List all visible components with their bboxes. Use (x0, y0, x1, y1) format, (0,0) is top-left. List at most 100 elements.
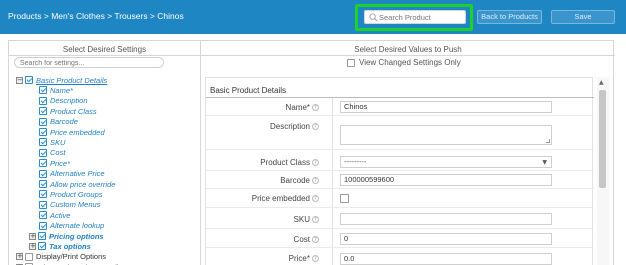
field-row-sku: SKU ? (206, 208, 594, 229)
tree-item-label: Product Class (50, 106, 97, 116)
sku-input[interactable] (340, 213, 552, 225)
tree-item[interactable]: + Pricing options (29, 231, 104, 241)
tree-item[interactable]: Price embedded (39, 127, 105, 137)
barcode-input[interactable]: 100000599600 (340, 174, 552, 186)
tree-item-label: Product Groups (50, 189, 103, 199)
settings-tree: − Basic Product Details Name* Description Pr… (9, 75, 199, 265)
tree-item-checkbox[interactable] (39, 128, 47, 136)
tree-item[interactable]: Product Groups (39, 189, 103, 199)
chevron-down-icon: ▼ (542, 159, 547, 166)
field-row-price: Price* ? 0.0 (206, 248, 594, 265)
name-input[interactable]: Chinos (340, 101, 552, 113)
tree-item-checkbox[interactable] (39, 138, 47, 147)
tree-item-checkbox[interactable] (39, 180, 47, 188)
product-search-input[interactable] (379, 11, 465, 23)
tree-item-checkbox[interactable] (25, 252, 33, 261)
field-label-name: Name* ? (286, 103, 319, 112)
tree-item[interactable]: Description (39, 96, 88, 106)
help-icon[interactable]: ? (312, 123, 319, 130)
tree-item-label: Price* (50, 158, 71, 168)
expand-icon[interactable]: + (16, 253, 23, 261)
help-icon[interactable]: ? (312, 216, 319, 223)
tree-item-label: Pricing options (49, 231, 104, 241)
field-row-cost: Cost ? 0 (206, 229, 594, 248)
tree-item-label: Allow price override (50, 179, 116, 189)
help-icon[interactable]: ? (312, 159, 319, 166)
tree-item-checkbox[interactable] (39, 148, 47, 157)
view-changed-checkbox[interactable] (347, 58, 355, 67)
help-icon[interactable]: ? (312, 195, 319, 202)
tree-item-label: Name* (50, 85, 73, 95)
field-label-barcode: Barcode ? (280, 176, 319, 185)
help-icon[interactable]: ? (312, 104, 319, 111)
save-button[interactable]: Save (551, 10, 615, 24)
tree-item[interactable]: Cost (39, 148, 65, 158)
field-row-barcode: Barcode ? 100000599600 (206, 171, 594, 189)
settings-search[interactable] (14, 57, 164, 68)
tree-item[interactable]: Alternate lookup (39, 221, 104, 231)
tree-item[interactable]: SKU (39, 137, 65, 147)
view-changed-toggle[interactable]: View Changed Settings Only (347, 58, 461, 67)
help-icon[interactable]: ? (312, 177, 319, 184)
tree-item-label: Price embedded (50, 127, 105, 137)
tree-item-checkbox[interactable] (39, 190, 47, 199)
price-input[interactable]: 0.0 (340, 253, 552, 265)
help-icon[interactable]: ? (312, 236, 319, 243)
field-row-price-embedded: Price embedded ? (206, 189, 594, 208)
tree-item-checkbox[interactable] (39, 221, 47, 230)
resize-grip-icon[interactable] (546, 139, 550, 143)
tree-item[interactable]: + Display/Print Options (16, 252, 106, 262)
field-label-price-embedded: Price embedded ? (252, 194, 319, 203)
help-icon[interactable]: ? (312, 255, 319, 262)
tree-item-checkbox[interactable] (39, 96, 47, 105)
tree-item-checkbox[interactable] (39, 200, 47, 209)
tree-item-checkbox[interactable] (38, 232, 46, 240)
tree-item[interactable]: Price* (39, 158, 70, 168)
scrollbar-thumb[interactable] (599, 90, 606, 188)
expand-icon[interactable]: + (29, 232, 36, 240)
tree-item-checkbox[interactable] (25, 76, 33, 84)
column-divider (200, 41, 201, 265)
tree-item-checkbox[interactable] (39, 117, 47, 126)
tree-item[interactable]: Allow price override (39, 179, 115, 189)
tree-item-checkbox[interactable] (39, 159, 47, 168)
tree-item[interactable]: Product Class (39, 106, 97, 116)
tree-item-label: Cost (50, 148, 66, 158)
price-embedded-checkbox[interactable] (340, 194, 349, 203)
product-class-select[interactable]: --------- ▼ (340, 156, 552, 168)
settings-search-input[interactable] (20, 59, 160, 68)
tree-item[interactable]: Alternative Price (39, 169, 105, 179)
tree-item-checkbox[interactable] (39, 107, 47, 116)
tree-item-checkbox[interactable] (39, 211, 47, 220)
product-search[interactable] (364, 10, 466, 24)
field-row-name: Name* ? Chinos (206, 98, 594, 116)
collapse-icon[interactable]: − (16, 76, 23, 84)
field-label-description: Description ? (270, 122, 319, 131)
tree-item-checkbox[interactable] (39, 169, 47, 178)
tree-item-label: Description (50, 96, 88, 106)
tree-item-label: Barcode (50, 117, 78, 127)
values-form: Basic Product Details Name* ? Chinos Des… (205, 77, 594, 265)
left-heading: Select Desired Settings (62, 45, 147, 54)
breadcrumb[interactable]: Products > Men's Clothes > Trousers > Ch… (8, 11, 184, 21)
form-scrollbar[interactable]: ▲ (597, 77, 609, 265)
tree-item-label: Tax options (49, 241, 91, 251)
tree-item[interactable]: Name* (39, 85, 73, 95)
tree-item-checkbox[interactable] (39, 86, 47, 95)
tree-item[interactable]: − Basic Product Details (16, 75, 107, 85)
right-heading: Select Desired Values to Push (354, 45, 462, 54)
tree-item[interactable]: Barcode (39, 117, 78, 127)
tree-item[interactable]: Custom Menus (39, 200, 100, 210)
field-label-product-class: Product Class ? (260, 158, 319, 167)
tree-item[interactable]: Active (39, 210, 70, 220)
expand-icon[interactable]: + (29, 242, 36, 250)
main-panel: Select Desired Settings Select Desired V… (8, 40, 615, 265)
description-textarea[interactable] (340, 125, 552, 145)
tree-item-checkbox[interactable] (38, 242, 46, 251)
tree-item[interactable]: + Tax options (29, 241, 91, 251)
search-icon (369, 13, 378, 22)
view-changed-label: View Changed Settings Only (359, 58, 461, 67)
cost-input[interactable]: 0 (340, 233, 552, 245)
back-to-products-button[interactable]: Back to Products (477, 10, 542, 24)
triangle-up-icon[interactable]: ▲ (599, 79, 604, 86)
